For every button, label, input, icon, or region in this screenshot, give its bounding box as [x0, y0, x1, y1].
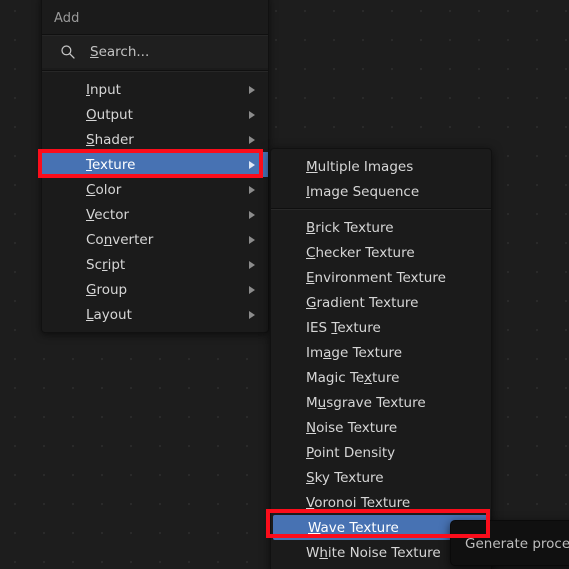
menu-item-converter[interactable]: Converter: [42, 227, 268, 252]
submenu-item-label: White Noise Texture: [306, 544, 441, 561]
chevron-right-icon: [249, 285, 255, 294]
submenu-item-label: Checker Texture: [306, 244, 415, 261]
menu-item-output[interactable]: Output: [42, 102, 268, 127]
chevron-right-icon: [249, 160, 255, 169]
menu-item-label: Layout: [86, 306, 132, 323]
submenu-item-label: Brick Texture: [306, 219, 394, 236]
menu-item-label: Shader: [86, 131, 134, 148]
submenu-item-label: Musgrave Texture: [306, 394, 426, 411]
search-icon: [60, 44, 76, 60]
submenu-item-multiple-images[interactable]: Multiple Images: [271, 154, 491, 179]
search-menu-item[interactable]: Search...: [42, 36, 268, 68]
tooltip: Generate procedu: [450, 520, 569, 566]
menu-item-label: Script: [86, 256, 126, 273]
chevron-right-icon: [249, 210, 255, 219]
submenu-item-magic-texture[interactable]: Magic Texture: [271, 365, 491, 390]
menu-item-texture[interactable]: Texture: [42, 152, 268, 177]
chevron-right-icon: [249, 260, 255, 269]
submenu-item-checker-texture[interactable]: Checker Texture: [271, 240, 491, 265]
menu-item-label: Vector: [86, 206, 130, 223]
submenu-item-label: Image Sequence: [306, 183, 420, 200]
submenu-item-image-sequence[interactable]: Image Sequence: [271, 179, 491, 204]
chevron-right-icon: [249, 135, 255, 144]
menu-title: Add: [54, 11, 80, 26]
add-node-menu: Add Search... Input Output Shader Textur…: [41, 0, 269, 333]
submenu-item-sky-texture[interactable]: Sky Texture: [271, 465, 491, 490]
submenu-item-label: Point Density: [306, 444, 396, 461]
menu-item-label: Texture: [86, 156, 136, 173]
submenu-item-brick-texture[interactable]: Brick Texture: [271, 215, 491, 240]
tooltip-text: Generate procedu: [465, 536, 569, 552]
menu-item-group[interactable]: Group: [42, 277, 268, 302]
submenu-divider: [271, 208, 491, 210]
menu-item-vector[interactable]: Vector: [42, 202, 268, 227]
submenu-item-label: Voronoi Texture: [306, 494, 411, 511]
menu-item-label: Converter: [86, 231, 154, 248]
search-input-placeholder[interactable]: Search...: [90, 44, 149, 60]
menu-item-label: Color: [86, 181, 122, 198]
submenu-item-ies-texture[interactable]: IES Texture: [271, 315, 491, 340]
texture-submenu: Multiple Images Image Sequence Brick Tex…: [270, 148, 492, 569]
submenu-item-label: Multiple Images: [306, 158, 414, 175]
add-menu-list: Input Output Shader Texture Color Vector: [42, 72, 268, 327]
submenu-item-label: Image Texture: [306, 344, 403, 361]
submenu-item-label: IES Texture: [306, 319, 381, 336]
submenu-item-label: Gradient Texture: [306, 294, 419, 311]
menu-item-color[interactable]: Color: [42, 177, 268, 202]
submenu-item-image-texture[interactable]: Image Texture: [271, 340, 491, 365]
chevron-right-icon: [249, 185, 255, 194]
menu-item-shader[interactable]: Shader: [42, 127, 268, 152]
submenu-item-musgrave-texture[interactable]: Musgrave Texture: [271, 390, 491, 415]
menu-item-layout[interactable]: Layout: [42, 302, 268, 327]
submenu-item-environment-texture[interactable]: Environment Texture: [271, 265, 491, 290]
submenu-item-voronoi-texture[interactable]: Voronoi Texture: [271, 490, 491, 515]
chevron-right-icon: [249, 310, 255, 319]
submenu-item-label: Sky Texture: [306, 469, 384, 486]
submenu-item-gradient-texture[interactable]: Gradient Texture: [271, 290, 491, 315]
chevron-right-icon: [249, 110, 255, 119]
chevron-right-icon: [249, 235, 255, 244]
menu-item-script[interactable]: Script: [42, 252, 268, 277]
menu-item-label: Output: [86, 106, 133, 123]
menu-item-input[interactable]: Input: [42, 77, 268, 102]
menu-item-label: Input: [86, 81, 121, 98]
submenu-item-point-density[interactable]: Point Density: [271, 440, 491, 465]
submenu-item-label: Environment Texture: [306, 269, 446, 286]
menu-item-label: Group: [86, 281, 128, 298]
chevron-right-icon: [249, 85, 255, 94]
submenu-item-noise-texture[interactable]: Noise Texture: [271, 415, 491, 440]
submenu-item-label: Wave Texture: [308, 519, 399, 536]
submenu-item-label: Magic Texture: [306, 369, 400, 386]
submenu-item-label: Noise Texture: [306, 419, 398, 436]
blender-node-editor-canvas: Add Search... Input Output Shader Textur…: [0, 0, 569, 569]
